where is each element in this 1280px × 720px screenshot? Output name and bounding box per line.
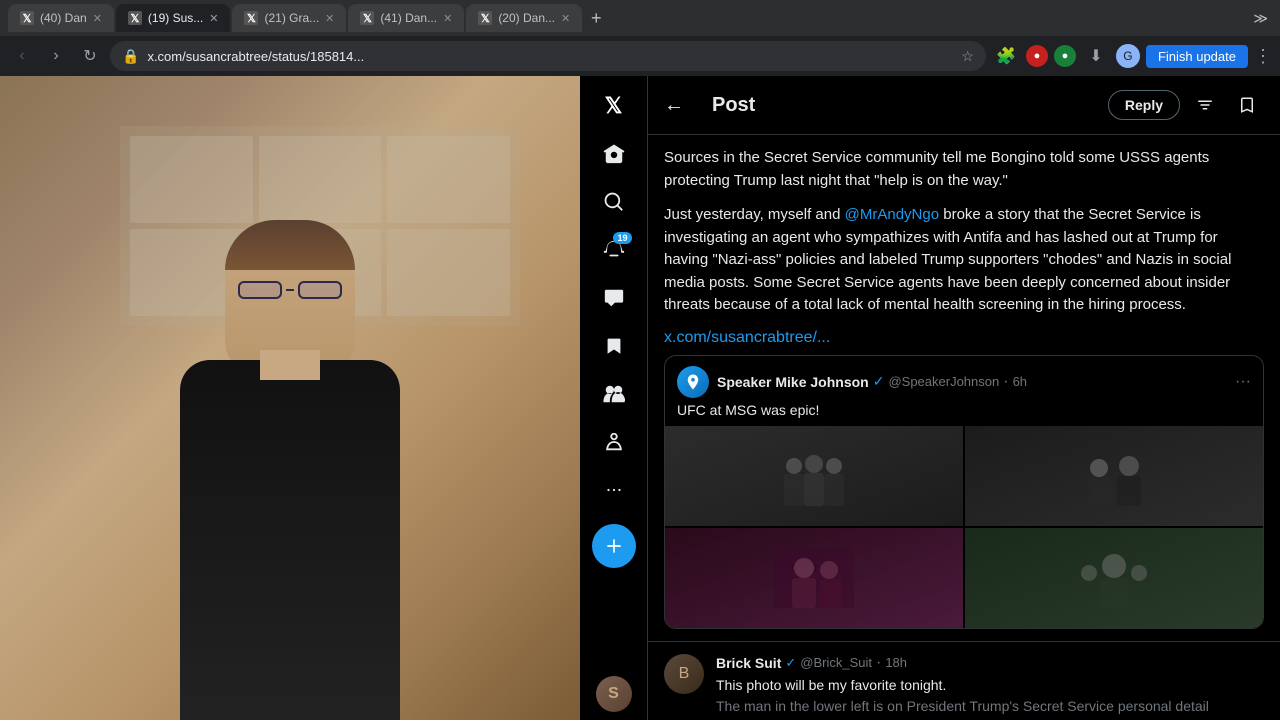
lock-icon: 🔒 (122, 48, 139, 65)
x-logo[interactable]: 𝕏 (592, 84, 636, 128)
reply-tweet-content: Brick Suit ✓ @Brick_Suit · 18h This phot… (716, 654, 1264, 717)
mention-link[interactable]: @MrAndyNgo (845, 206, 939, 223)
tab-5-label: (20) Dan... (498, 11, 555, 25)
sliders-icon[interactable] (1188, 88, 1222, 122)
reply-tweet-name: Brick Suit (716, 655, 781, 671)
tab-3-favicon: 𝕏 (244, 11, 258, 25)
nav-bar: ‹ › ↻ 🔒 x.com/susancrabtree/status/18581… (0, 36, 1280, 76)
tab-5-favicon: 𝕏 (478, 11, 492, 25)
x-sidebar: 𝕏 19 (580, 76, 648, 720)
tab-2-close[interactable]: ✕ (209, 12, 218, 25)
reply-button[interactable]: Reply (1108, 90, 1180, 120)
sidebar-item-profile[interactable] (592, 420, 636, 464)
extensions-button[interactable]: 🧩 (992, 42, 1020, 70)
x-main-content: ← Post Reply Sources in the Secret Servi… (648, 76, 1280, 720)
tab-4-favicon: 𝕏 (360, 11, 374, 25)
new-tab-button[interactable]: + (584, 6, 608, 30)
person-figure (130, 220, 450, 720)
address-text: x.com/susancrabtree/status/185814... (147, 49, 953, 64)
reply-tweet-avatar: B (664, 654, 704, 694)
tab-overflow-button[interactable]: ≫ (1249, 6, 1272, 31)
reply-tweet-text-2: The man in the lower left is on Presiden… (716, 697, 1264, 717)
compose-post-button[interactable] (592, 524, 636, 568)
sidebar-item-communities[interactable] (592, 372, 636, 416)
tab-4-label: (41) Dan... (380, 11, 437, 25)
tab-5-close[interactable]: ✕ (561, 12, 570, 25)
reply-tweet-text: This photo will be my favorite tonight. (716, 676, 1264, 696)
verified-badge: ✓ (873, 373, 885, 390)
sidebar-item-bookmarks[interactable] (592, 324, 636, 368)
quoted-tweet-handle: @SpeakerJohnson (888, 374, 999, 389)
nav-actions: 🧩 ● ● ⬇ G Finish update ⋮ (992, 42, 1272, 70)
bookmark-star-icon[interactable]: ☆ (961, 48, 974, 65)
quoted-image-3 (665, 528, 963, 628)
ext-green-icon[interactable]: ● (1054, 45, 1076, 67)
finish-update-button[interactable]: Finish update (1146, 45, 1248, 68)
sidebar-item-notifications[interactable]: 19 (592, 228, 636, 272)
reply-tweet-handle: @Brick_Suit (800, 655, 872, 670)
tab-2-label: (19) Sus... (148, 11, 203, 25)
post-header: ← Post Reply (648, 76, 1280, 135)
quoted-tweet-time: 6h (1013, 374, 1027, 389)
tab-3-label: (21) Gra... (264, 11, 319, 25)
sidebar-bottom: S (596, 676, 632, 712)
sidebar-item-search[interactable] (592, 180, 636, 224)
quoted-tweet-name: Speaker Mike Johnson (717, 374, 869, 390)
tab-1[interactable]: 𝕏 (40) Dan ✕ (8, 4, 114, 32)
quoted-tweet-text: UFC at MSG was epic! (665, 402, 1263, 426)
tab-1-favicon: 𝕏 (20, 11, 34, 25)
video-background (0, 76, 580, 720)
quoted-tweet-avatar (677, 366, 709, 398)
reply-tweet-header: Brick Suit ✓ @Brick_Suit · 18h (716, 654, 1264, 672)
header-actions: Reply (1108, 88, 1264, 122)
tab-3-close[interactable]: ✕ (325, 12, 334, 25)
reply-tweet: B Brick Suit ✓ @Brick_Suit · 18h This ph… (648, 641, 1280, 720)
tab-4-close[interactable]: ✕ (443, 12, 452, 25)
tab-3[interactable]: 𝕏 (21) Gra... ✕ (232, 4, 346, 32)
reply-verified-badge: ✓ (785, 655, 796, 671)
back-button[interactable]: ‹ (8, 42, 36, 70)
post-title: Post (712, 94, 1108, 117)
ext-red-icon[interactable]: ● (1026, 45, 1048, 67)
post-paragraph-1: Sources in the Secret Service community … (664, 147, 1264, 192)
quoted-tweet-more-button[interactable]: ··· (1235, 373, 1251, 391)
download-button[interactable]: ⬇ (1082, 42, 1110, 70)
post-external-link[interactable]: x.com/susancrabtree/... (664, 329, 830, 346)
sidebar-item-more[interactable] (592, 468, 636, 512)
tab-4[interactable]: 𝕏 (41) Dan... ✕ (348, 4, 464, 32)
sidebar-item-home[interactable] (592, 132, 636, 176)
tab-5[interactable]: 𝕏 (20) Dan... ✕ (466, 4, 582, 32)
tab-bar: 𝕏 (40) Dan ✕ 𝕏 (19) Sus... ✕ 𝕏 (21) Gra.… (0, 0, 1280, 36)
quoted-image-2 (965, 426, 1263, 526)
share-icon[interactable] (1230, 88, 1264, 122)
video-panel (0, 76, 580, 720)
back-button[interactable]: ← (664, 94, 684, 117)
tab-1-close[interactable]: ✕ (93, 12, 102, 25)
profile-button[interactable]: G (1116, 44, 1140, 68)
main-content: 𝕏 19 (0, 76, 1280, 720)
tab-2-favicon: 𝕏 (128, 11, 142, 25)
browser-chrome: 𝕏 (40) Dan ✕ 𝕏 (19) Sus... ✕ 𝕏 (21) Gra.… (0, 0, 1280, 76)
quoted-image-1 (665, 426, 963, 526)
address-bar[interactable]: 🔒 x.com/susancrabtree/status/185814... ☆ (110, 41, 986, 71)
sidebar-user-avatar[interactable]: S (596, 676, 632, 712)
reply-tweet-time: 18h (885, 655, 907, 670)
tab-2[interactable]: 𝕏 (19) Sus... ✕ (116, 4, 231, 32)
browser-menu-button[interactable]: ⋮ (1254, 46, 1272, 67)
forward-button[interactable]: › (42, 42, 70, 70)
quoted-user-info: Speaker Mike Johnson ✓ @SpeakerJohnson ·… (717, 373, 1027, 391)
quoted-tweet-images (665, 426, 1263, 628)
post-paragraph-2: Just yesterday, myself and @MrAndyNgo br… (664, 204, 1264, 317)
refresh-button[interactable]: ↻ (76, 42, 104, 70)
quoted-tweet[interactable]: Speaker Mike Johnson ✓ @SpeakerJohnson ·… (664, 355, 1264, 629)
post-main-content: Sources in the Secret Service community … (648, 135, 1280, 641)
quoted-tweet-header: Speaker Mike Johnson ✓ @SpeakerJohnson ·… (665, 356, 1263, 402)
tab-1-label: (40) Dan (40, 11, 87, 25)
quoted-image-4 (965, 528, 1263, 628)
sidebar-item-messages[interactable] (592, 276, 636, 320)
x-panel: 𝕏 19 (580, 76, 1280, 720)
notification-badge: 19 (613, 232, 631, 244)
